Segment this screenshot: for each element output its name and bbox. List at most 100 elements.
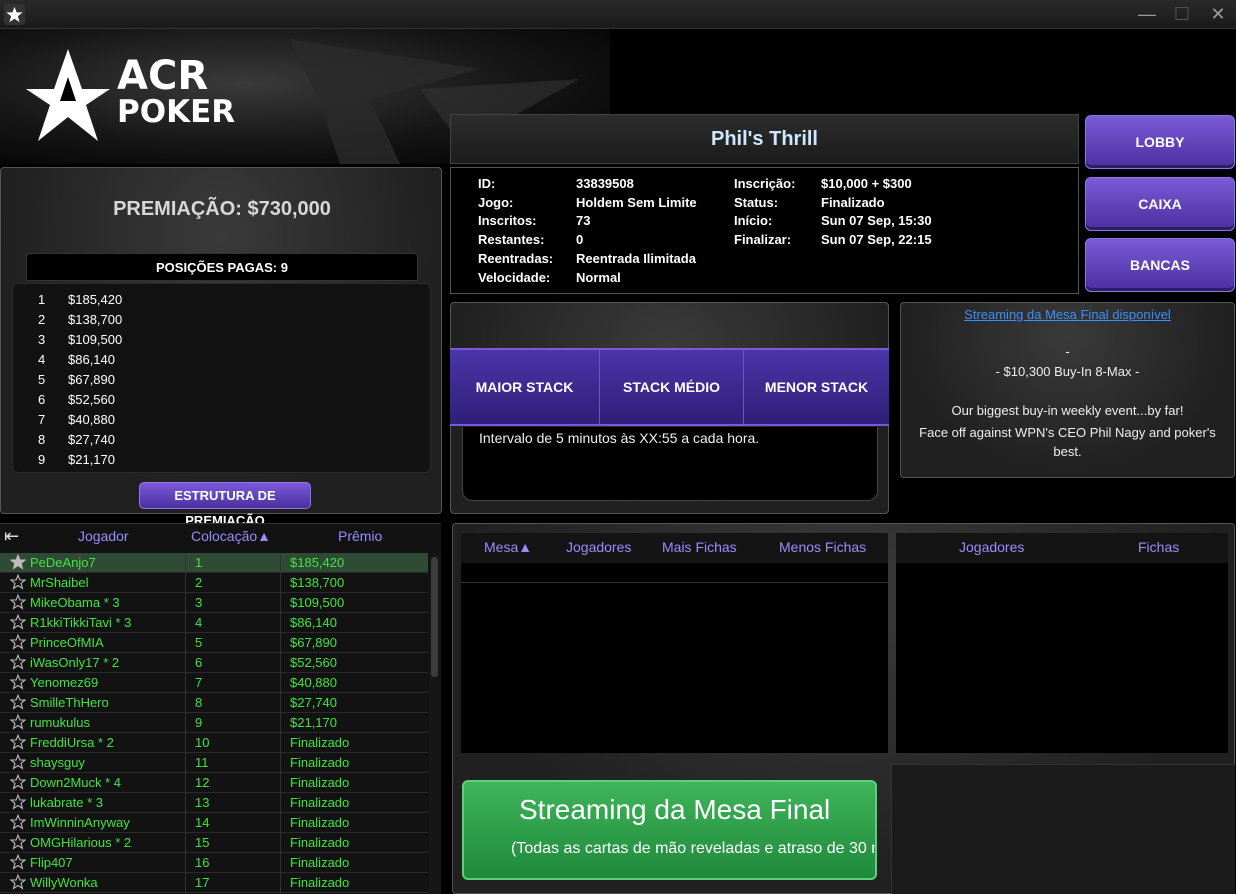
tables-list[interactable] — [461, 563, 888, 753]
favorite-star-icon[interactable] — [10, 714, 26, 730]
player-place: 11 — [195, 755, 209, 770]
column-header-least-chips[interactable]: Menos Fichas — [779, 539, 866, 555]
column-header-place[interactable]: Colocação▲ — [191, 528, 271, 544]
favorite-star-icon[interactable] — [10, 594, 26, 610]
favorite-star-icon[interactable] — [10, 874, 26, 890]
payout-row: 5 $67,890 — [13, 372, 430, 392]
player-place: 14 — [195, 815, 210, 830]
prize-structure-button[interactable]: ESTRUTURA DE PREMIAÇÃO — [139, 482, 311, 528]
banks-button[interactable]: BANCAS — [1085, 238, 1235, 292]
player-name: shaysguy — [30, 755, 85, 770]
player-row[interactable]: SmilleThHero 8 $27,740 — [0, 693, 428, 713]
player-row[interactable]: Flip407 16 Finalizado — [0, 853, 428, 873]
player-prize: Finalizado — [290, 795, 350, 810]
app-star-icon — [4, 4, 25, 25]
player-row[interactable]: R1kkiTikkiTavi * 3 4 $86,140 — [0, 613, 428, 633]
final-table-stream-link[interactable]: Streaming da Mesa Final disponível — [900, 307, 1235, 322]
smallest-stack-label: MENOR STACK — [764, 379, 869, 395]
favorite-star-icon[interactable] — [10, 574, 26, 590]
favorite-star-icon[interactable] — [10, 634, 26, 650]
player-row[interactable]: Yenomez69 7 $40,880 — [0, 673, 428, 693]
scrollbar-thumb[interactable] — [431, 557, 438, 677]
player-row[interactable]: MikeObama * 3 3 $109,500 — [0, 593, 428, 613]
tournament-title: Phil's Thrill — [450, 114, 1079, 164]
player-row[interactable]: iWasOnly17 * 2 6 $52,560 — [0, 653, 428, 673]
payout-position: 1 — [38, 292, 46, 307]
player-row[interactable]: PeDeAnjo7 1 $185,420 — [0, 553, 428, 573]
column-divider — [185, 813, 186, 833]
info-label: Status: — [734, 195, 779, 210]
column-header-table-players[interactable]: Jogadores — [566, 539, 631, 555]
minimize-button[interactable]: — — [1134, 3, 1160, 25]
player-name: Down2Muck * 4 — [30, 775, 122, 790]
favorite-star-icon[interactable] — [10, 694, 26, 710]
description-line: Face off against WPN's CEO Phil Nagy and… — [919, 425, 1216, 459]
column-divider — [185, 773, 186, 793]
column-divider — [280, 753, 281, 773]
player-name: iWasOnly17 * 2 — [30, 655, 120, 670]
acr-star-logo-icon — [26, 49, 110, 141]
info-value: Reentrada Ilimitada — [576, 251, 696, 266]
favorite-star-icon[interactable] — [10, 794, 26, 810]
player-place: 4 — [195, 615, 203, 630]
player-prize: $21,170 — [290, 715, 337, 730]
favorite-star-icon[interactable] — [10, 654, 26, 670]
favorite-star-icon[interactable] — [10, 774, 26, 790]
player-place: 10 — [195, 735, 210, 750]
collapse-panel-icon[interactable]: ⇤ — [4, 526, 19, 547]
favorite-star-icon[interactable] — [10, 754, 26, 770]
favorite-star-icon[interactable] — [10, 614, 26, 630]
payout-amount: $109,500 — [68, 332, 123, 347]
player-name: Yenomez69 — [30, 675, 99, 690]
player-place: 5 — [195, 635, 203, 650]
column-divider — [185, 693, 186, 713]
column-divider — [280, 673, 281, 693]
player-place: 17 — [195, 875, 210, 890]
player-name: PrinceOfMIA — [30, 635, 104, 650]
column-divider — [185, 713, 186, 733]
payout-position: 4 — [38, 352, 46, 367]
column-header-prize[interactable]: Prêmio — [338, 528, 382, 544]
favorite-star-icon[interactable] — [10, 854, 26, 870]
player-row[interactable]: Down2Muck * 4 12 Finalizado — [0, 773, 428, 793]
player-row[interactable]: WillyWonka 17 Finalizado — [0, 873, 428, 893]
column-header-detail-chips[interactable]: Fichas — [1138, 539, 1179, 555]
close-button[interactable]: ✕ — [1205, 3, 1231, 25]
player-row[interactable]: lukabrate * 3 13 Finalizado — [0, 793, 428, 813]
description-line: Our biggest buy-in weekly event...by far… — [951, 403, 1184, 418]
payout-row: 8 $27,740 — [13, 432, 430, 452]
favorite-star-icon[interactable] — [10, 554, 26, 570]
info-label: Reentradas: — [478, 251, 554, 266]
table-players-list[interactable] — [896, 563, 1228, 753]
column-header-most-chips[interactable]: Mais Fichas — [662, 539, 737, 555]
favorite-star-icon[interactable] — [10, 814, 26, 830]
player-prize: Finalizado — [290, 775, 350, 790]
favorite-star-icon[interactable] — [10, 674, 26, 690]
player-row[interactable]: OMGHilarious * 2 15 Finalizado — [0, 833, 428, 853]
column-header-player[interactable]: Jogador — [78, 528, 129, 544]
maximize-button[interactable]: ☐ — [1169, 3, 1195, 25]
cashier-button[interactable]: CAIXA — [1085, 177, 1235, 231]
column-header-detail-players[interactable]: Jogadores — [959, 539, 1024, 555]
tournament-info: ID: 33839508 Jogo: Holdem Sem Limite Ins… — [450, 167, 1079, 294]
description-subtitle: - $10,300 Buy-In 8-Max - — [995, 364, 1140, 379]
favorite-star-icon[interactable] — [10, 734, 26, 750]
final-table-stream-button[interactable]: Streaming da Mesa Final (Todas as cartas… — [462, 780, 877, 880]
info-value: Finalizado — [821, 195, 885, 210]
player-row[interactable]: rumukulus 9 $21,170 — [0, 713, 428, 733]
column-header-table[interactable]: Mesa▲ — [484, 539, 532, 555]
info-value: 73 — [576, 213, 591, 228]
column-divider — [185, 653, 186, 673]
stream-button-subtitle: (Todas as cartas de mão reveladas e atra… — [511, 840, 877, 857]
payout-amount: $67,890 — [68, 372, 115, 387]
player-row[interactable]: ImWinninAnyway 14 Finalizado — [0, 813, 428, 833]
favorite-star-icon[interactable] — [10, 834, 26, 850]
player-row[interactable]: shaysguy 11 Finalizado — [0, 753, 428, 773]
player-list-scrollbar[interactable] — [429, 553, 441, 894]
lobby-button[interactable]: LOBBY — [1085, 115, 1235, 169]
info-label: Inscritos: — [478, 213, 537, 228]
player-row[interactable]: FreddiUrsa * 2 10 Finalizado — [0, 733, 428, 753]
payout-amount: $21,170 — [68, 452, 115, 467]
player-row[interactable]: PrinceOfMIA 5 $67,890 — [0, 633, 428, 653]
player-row[interactable]: MrShaibel 2 $138,700 — [0, 573, 428, 593]
